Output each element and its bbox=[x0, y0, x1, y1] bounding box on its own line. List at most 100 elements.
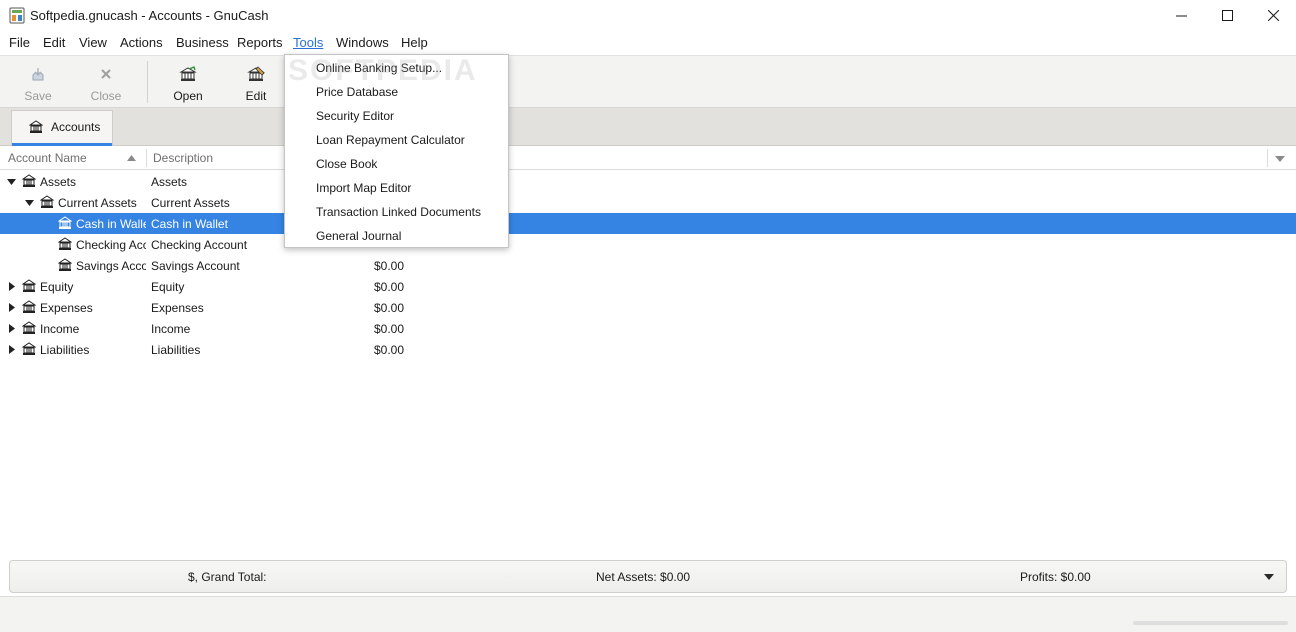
tree-collapsed-icon[interactable] bbox=[7, 345, 16, 354]
account-name: Liabilities bbox=[40, 343, 90, 357]
close-icon bbox=[1267, 10, 1279, 21]
column-chooser-icon[interactable] bbox=[1275, 156, 1285, 162]
toolbar: Save Close Open Edit bbox=[0, 55, 1296, 108]
account-description: Cash in Wallet bbox=[151, 217, 228, 231]
minimize-button[interactable] bbox=[1158, 0, 1204, 31]
table-row[interactable]: Current Assets Current Assets bbox=[0, 192, 1296, 213]
bank-icon bbox=[57, 216, 73, 230]
account-description: Expenses bbox=[151, 301, 204, 315]
account-total: $0.00 bbox=[374, 259, 405, 273]
net-assets-label: Net Assets: $0.00 bbox=[596, 570, 691, 584]
open-button[interactable]: Open bbox=[160, 56, 216, 108]
bank-icon bbox=[57, 258, 73, 272]
save-icon bbox=[29, 65, 47, 83]
maximize-icon bbox=[1221, 10, 1233, 21]
tree-collapsed-icon[interactable] bbox=[7, 324, 16, 333]
menu-tools[interactable]: Tools bbox=[293, 35, 323, 50]
account-description: Current Assets bbox=[151, 196, 230, 210]
column-divider[interactable] bbox=[1267, 149, 1268, 167]
open-account-icon bbox=[179, 65, 197, 83]
column-description[interactable]: Description bbox=[153, 151, 213, 165]
bank-icon bbox=[21, 279, 37, 293]
tree-expanded-icon[interactable] bbox=[7, 177, 16, 186]
account-total: $0.00 bbox=[374, 280, 405, 294]
bank-icon bbox=[21, 300, 37, 314]
tab-bar bbox=[0, 108, 1296, 146]
minimize-icon bbox=[1175, 15, 1187, 17]
column-account-name[interactable]: Account Name bbox=[8, 151, 87, 165]
menu-file[interactable]: File bbox=[9, 35, 30, 50]
close-x-icon bbox=[97, 65, 115, 83]
progress-bar bbox=[1133, 621, 1288, 625]
menu-edit[interactable]: Edit bbox=[43, 35, 65, 50]
account-description: Liabilities bbox=[151, 343, 201, 357]
account-name: Assets bbox=[40, 175, 77, 189]
bank-icon bbox=[21, 321, 37, 335]
table-row[interactable]: Expenses Expenses $0.00 bbox=[0, 297, 1296, 318]
menu-reports[interactable]: Reports bbox=[237, 35, 283, 50]
menu-item-import-map-editor[interactable]: Import Map Editor bbox=[316, 181, 411, 195]
table-row[interactable]: Assets Assets bbox=[0, 171, 1296, 192]
title-bar[interactable]: Softpedia.gnucash - Accounts - GnuCash bbox=[0, 0, 1296, 31]
account-total: $0.00 bbox=[374, 343, 405, 357]
tree-collapsed-icon[interactable] bbox=[7, 282, 16, 291]
account-name: Checking Account bbox=[76, 238, 146, 252]
account-description: Assets bbox=[151, 175, 188, 189]
tab-label: Accounts bbox=[51, 120, 101, 134]
bank-icon bbox=[21, 342, 37, 356]
table-row[interactable]: Liabilities Liabilities $0.00 bbox=[0, 339, 1296, 360]
profits-label: Profits: $0.00 bbox=[1020, 570, 1091, 584]
table-row[interactable]: Savings Account Savings Account $0.00 bbox=[0, 255, 1296, 276]
status-bar bbox=[0, 596, 1296, 632]
tree-collapsed-icon[interactable] bbox=[7, 303, 16, 312]
account-name: Current Assets bbox=[58, 196, 137, 210]
account-description: Savings Account bbox=[151, 259, 240, 273]
account-name: Cash in Wallet bbox=[76, 217, 146, 231]
chevron-down-icon[interactable] bbox=[1264, 574, 1274, 580]
account-total: $0.00 bbox=[374, 322, 405, 336]
menu-item-security-editor[interactable]: Security Editor bbox=[316, 109, 394, 123]
edit-label: Edit bbox=[245, 89, 267, 103]
account-name: Equity bbox=[40, 280, 74, 294]
menu-item-transaction-linked-documents[interactable]: Transaction Linked Documents bbox=[316, 205, 481, 219]
sort-ascending-icon bbox=[127, 155, 136, 161]
account-tree[interactable]: Assets Assets Current Assets Current Assets… bbox=[0, 171, 1296, 555]
menu-item-close-book[interactable]: Close Book bbox=[316, 157, 377, 171]
save-button[interactable]: Save bbox=[10, 56, 66, 108]
table-row[interactable]: Equity Equity $0.00 bbox=[0, 276, 1296, 297]
table-row[interactable]: Cash in Wallet Cash in Wallet bbox=[0, 213, 1296, 234]
menu-item-general-journal[interactable]: General Journal bbox=[316, 229, 401, 243]
menu-windows[interactable]: Windows bbox=[336, 35, 389, 50]
table-row[interactable]: Checking Account Checking Account bbox=[0, 234, 1296, 255]
column-divider[interactable] bbox=[146, 149, 147, 167]
window-close-button[interactable] bbox=[1250, 0, 1296, 31]
close-label: Close bbox=[90, 89, 122, 103]
account-description: Income bbox=[151, 322, 191, 336]
table-row[interactable]: Income Income $0.00 bbox=[0, 318, 1296, 339]
account-total: $0.00 bbox=[374, 301, 405, 315]
edit-button[interactable]: Edit bbox=[228, 56, 284, 108]
tab-accounts[interactable]: Accounts bbox=[11, 110, 113, 146]
account-name: Savings Account bbox=[76, 259, 146, 273]
menu-bar: File Edit View Actions Business Reports … bbox=[0, 31, 1296, 55]
summary-bar[interactable]: $, Grand Total: Net Assets: $0.00 Profit… bbox=[9, 560, 1287, 593]
bank-icon bbox=[39, 195, 55, 209]
menu-item-loan-repayment-calculator[interactable]: Loan Repayment Calculator bbox=[316, 133, 465, 147]
menu-actions[interactable]: Actions bbox=[120, 35, 163, 50]
menu-business[interactable]: Business bbox=[176, 35, 229, 50]
menu-view[interactable]: View bbox=[79, 35, 107, 50]
softpedia-watermark: SOFTPEDIA bbox=[288, 54, 478, 87]
open-label: Open bbox=[173, 89, 203, 103]
menu-help[interactable]: Help bbox=[401, 35, 428, 50]
toolbar-separator bbox=[147, 61, 148, 103]
account-name: Income bbox=[40, 322, 80, 336]
account-name: Expenses bbox=[40, 301, 93, 315]
maximize-button[interactable] bbox=[1204, 0, 1250, 31]
edit-account-icon bbox=[247, 65, 265, 83]
account-description: Checking Account bbox=[151, 238, 248, 252]
bank-icon bbox=[28, 120, 44, 134]
close-button[interactable]: Close bbox=[78, 56, 134, 108]
gnucash-app-icon bbox=[9, 7, 25, 24]
tree-expanded-icon[interactable] bbox=[25, 198, 34, 207]
grand-total-label: $, Grand Total: bbox=[188, 570, 267, 584]
